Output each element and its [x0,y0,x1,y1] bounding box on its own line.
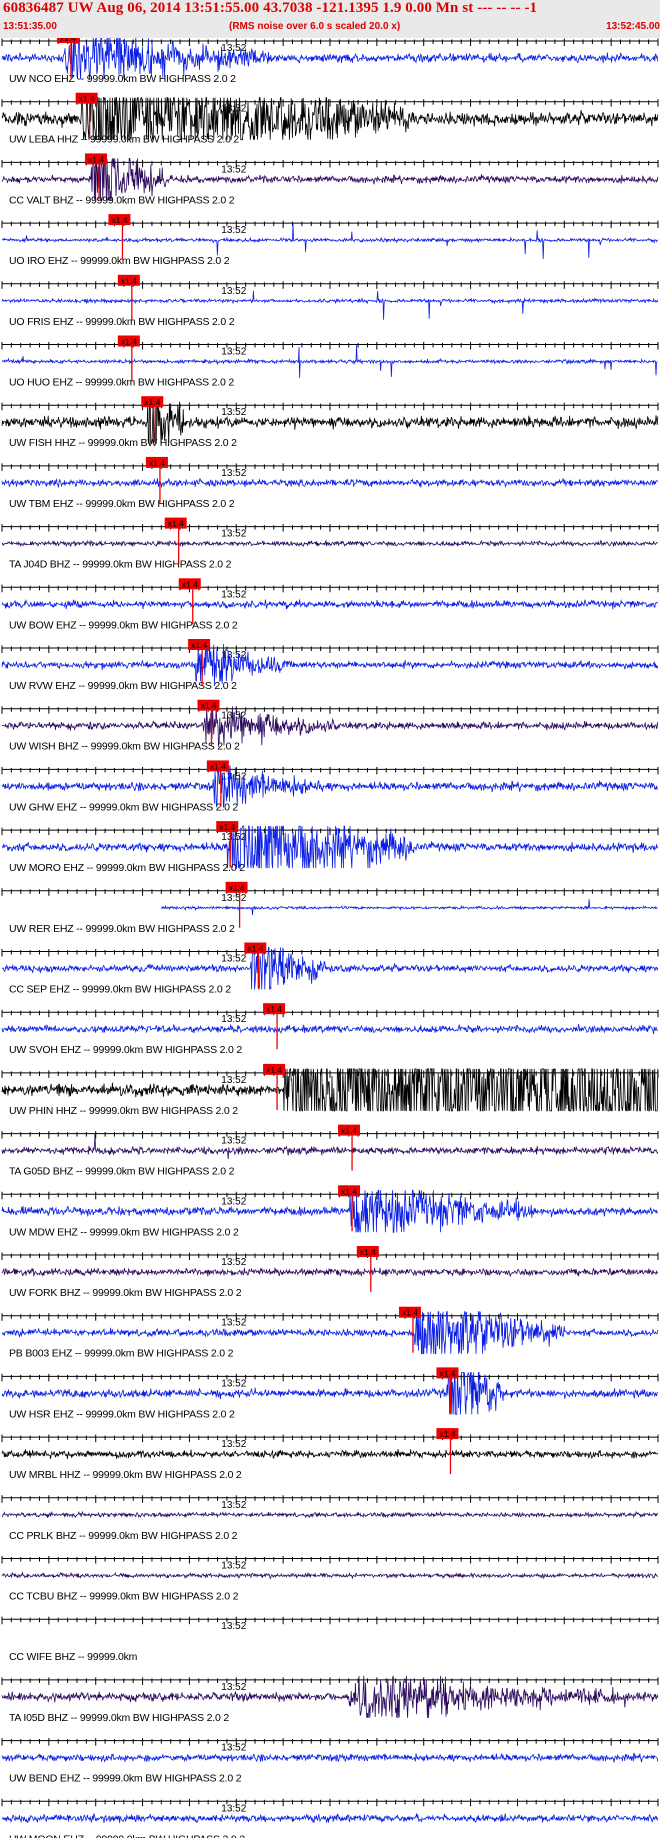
pick-scale-label: x1.4 [191,640,207,650]
station-label: UW NCO EHZ -- 99999.0km BW HIGHPASS 2.0 … [9,73,236,85]
pick-scale-label: x1.4 [229,883,245,893]
waveform-trace [1,1449,659,1460]
pick-scale-label: x1.4 [79,94,95,104]
station-label: TA G05D BHZ -- 99999.0km BW HIGHPASS 2.0… [9,1166,235,1178]
pick-scale-label: x1.4 [341,1186,357,1196]
waveform-trace [1,1752,659,1763]
station-label: CC SEP EHZ -- 99999.0km BW HIGHPASS 2.0 … [9,984,231,996]
station-label: UW FORK BHZ -- 99999.0km BW HIGHPASS 2.0… [9,1287,242,1299]
station-label: CC WIFE BHZ -- 99999.0km [9,1651,138,1663]
waveform-trace [1,223,659,260]
waveform-trace [1,539,658,548]
pick-scale-label: x1.4 [266,1065,282,1075]
pick-scale-label: x1.4 [111,215,127,225]
minute-tick-label: 13:52 [221,1257,246,1268]
minute-tick-label: 13:52 [221,164,246,175]
station-label: UW FISH HHZ -- 99999.0km BW HIGHPASS 2.0… [9,437,237,449]
minute-tick-label: 13:52 [221,589,246,600]
minute-tick-label: 13:52 [221,225,246,236]
minute-tick-label: 13:52 [221,1378,246,1389]
waveform-trace [1,344,658,379]
rms-note: (RMS noise over 6.0 s scaled 20.0 x) [229,21,401,32]
station-label: UW SVOH EHZ -- 99999.0km BW HIGHPASS 2.0… [9,1044,242,1056]
minute-tick-label: 13:52 [221,1500,246,1511]
station-label: UW TBM EHZ -- 99999.0km BW HIGHPASS 2.0 … [9,498,235,510]
minute-tick-label: 13:52 [221,529,246,540]
minute-tick-label: 13:52 [221,1075,246,1086]
waveform-trace [1,1267,659,1278]
station-label: UW PHIN HHZ -- 99999.0km BW HIGHPASS 2.0… [9,1105,238,1117]
end-time-label: 13:52:45.00 [606,21,660,32]
minute-tick-label: 13:52 [221,1743,246,1754]
waveform-trace [1,1813,659,1824]
minute-tick-label: 13:52 [221,1196,246,1207]
station-label: UW RER EHZ -- 99999.0km BW HIGHPASS 2.0 … [9,923,235,935]
station-label: UW MRBL HHZ -- 99999.0km BW HIGHPASS 2.0… [9,1469,242,1481]
station-label: CC TCBU BHZ -- 99999.0km BW HIGHPASS 2.0… [9,1591,239,1603]
station-label: UW WISH BHZ -- 99999.0km BW HIGHPASS 2.0… [9,741,240,753]
pick-scale-label: x1.4 [439,1368,455,1378]
station-label: UW HSR EHZ -- 99999.0km BW HIGHPASS 2.0 … [9,1408,235,1420]
station-label: UO FRIS EHZ -- 99999.0km BW HIGHPASS 2.0… [9,316,235,328]
minute-tick-label: 13:52 [221,832,246,843]
minute-tick-label: 13:52 [221,1014,246,1025]
pick-scale-label: x1.4 [200,701,216,711]
header-bar: 60836487 UW Aug 06, 2014 13:51:55.00 43.… [0,0,660,38]
minute-tick-label: 13:52 [221,1682,246,1693]
station-label: UW BEND EHZ -- 99999.0km BW HIGHPASS 2.0… [9,1773,242,1785]
pick-scale-label: x1.4 [266,1004,282,1014]
minute-tick-label: 13:52 [221,1803,246,1814]
waveform-trace [1,1510,659,1519]
start-time-label: 13:51:35.00 [3,21,57,32]
waveform-trace [1,599,658,610]
pick-scale-label: x1.4 [402,1308,418,1318]
minute-tick-label: 13:52 [221,407,246,418]
station-label: TA J04D BHZ -- 99999.0km BW HIGHPASS 2.0… [9,559,232,571]
pick-scale-label: x1.4 [88,154,104,164]
station-label: UW RVW EHZ -- 99999.0km BW HIGHPASS 2.0 … [9,680,237,692]
pick-scale-label: x1.4 [360,1247,376,1257]
station-label: PB B003 EHZ -- 99999.0km BW HIGHPASS 2.0… [9,1348,234,1360]
pick-scale-label: x1.4 [149,458,165,468]
pick-scale-label: x1.4 [182,579,198,589]
seismogram-svg: 13:52 UW NCO EHZ -- 99999.0km BW HIGHPASS… [1,38,659,1838]
station-label: UW GHW EHZ -- 99999.0km BW HIGHPASS 2.0 … [9,801,238,813]
pick-scale-label: x1.4 [247,944,263,954]
station-label: UW BOW EHZ -- 99999.0km BW HIGHPASS 2.0 … [9,619,238,631]
minute-tick-label: 13:52 [221,893,246,904]
pick-scale-label: x1.4 [121,276,137,286]
station-label: UW MOON EHZ -- 99999.0km BW HIGHPASS 2.0… [9,1833,245,1838]
minute-tick-label: 13:52 [221,468,246,479]
station-label: UW MORO EHZ -- 99999.0km BW HIGHPASS 2.0… [9,862,245,874]
minute-tick-label: 13:52 [221,1318,246,1329]
pick-scale-label: x1.4 [144,397,160,407]
pick-scale-label: x1.4 [121,337,137,347]
station-label: UW MDW EHZ -- 99999.0km BW HIGHPASS 2.0 … [9,1226,239,1238]
minute-tick-label: 13:52 [221,347,246,358]
station-label: CC VALT BHZ -- 99999.0km BW HIGHPASS 2.0… [9,194,235,206]
station-label: CC PRLK BHZ -- 99999.0km BW HIGHPASS 2.0… [9,1530,238,1542]
minute-tick-label: 13:52 [221,1621,246,1632]
minute-tick-label: 13:52 [221,286,246,297]
waveform-trace [1,477,659,488]
waveform-trace [1,1023,659,1035]
pick-scale-label: x1.4 [210,761,226,771]
pick-scale-label: x1.4 [219,822,235,832]
minute-tick-label: 13:52 [221,954,246,965]
minute-tick-label: 13:52 [221,1439,246,1450]
pick-scale-label: x1.4 [439,1429,455,1439]
minute-tick-label: 13:52 [221,1136,246,1147]
station-label: UO HUO EHZ -- 99999.0km BW HIGHPASS 2.0 … [9,377,234,389]
waveform-trace [1,1571,658,1580]
event-title: 60836487 UW Aug 06, 2014 13:51:55.00 43.… [3,0,538,16]
station-label: TA I05D BHZ -- 99999.0km BW HIGHPASS 2.0… [9,1712,229,1724]
seismogram-plot: 13:52 UW NCO EHZ -- 99999.0km BW HIGHPASS… [0,38,660,1838]
pick-scale-label: x1.4 [168,519,184,529]
station-label: UW LEBA HHZ -- 99999.0km BW HIGHPASS 2.0… [9,134,239,146]
pick-scale-label: x1.4 [60,38,76,43]
pick-scale-label: x1.4 [341,1126,357,1136]
minute-tick-label: 13:52 [221,1561,246,1572]
station-label: UO IRO EHZ -- 99999.0km BW HIGHPASS 2.0 … [9,255,230,267]
